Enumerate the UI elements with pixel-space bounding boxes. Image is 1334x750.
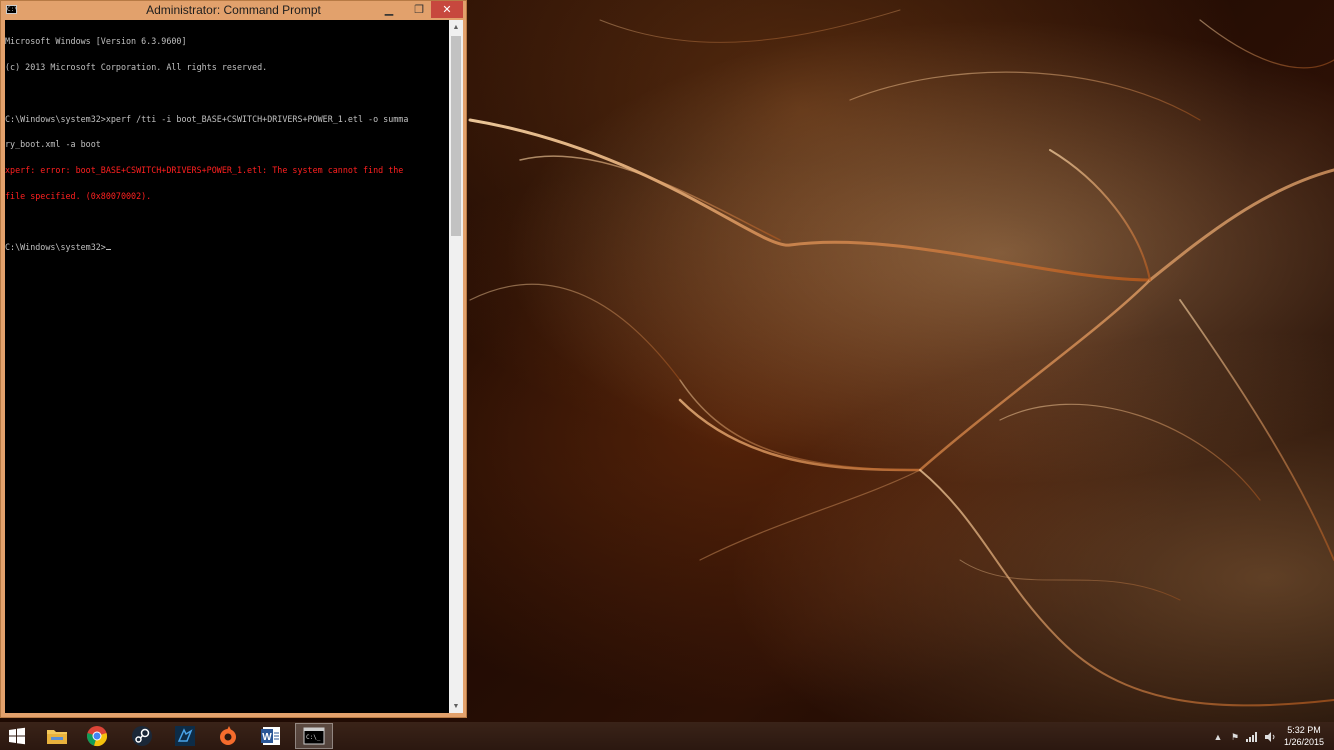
steam-icon <box>132 726 152 746</box>
window-titlebar[interactable]: C:\ Administrator: Command Prompt ▁ ❐ ✕ <box>1 1 466 20</box>
chevron-up-icon: ▲ <box>452 23 460 31</box>
close-button[interactable]: ✕ <box>431 1 463 18</box>
windows-logo-icon <box>9 727 25 745</box>
network-button[interactable] <box>1246 731 1258 743</box>
origin-button[interactable] <box>209 723 247 749</box>
prompt-text: C:\Windows\system32> <box>5 242 106 253</box>
minimize-icon: ▁ <box>384 4 394 16</box>
app-button[interactable] <box>166 723 204 749</box>
chrome-icon <box>87 726 107 747</box>
command-prompt-button[interactable]: C:\_ <box>295 723 333 749</box>
action-center-button[interactable]: ⚑ <box>1229 731 1241 743</box>
console-prompt-line[interactable]: C:\Windows\system32> <box>5 243 449 252</box>
system-clock[interactable]: 5:32 PM 1/26/2015 <box>1280 724 1328 748</box>
close-icon: ✕ <box>442 4 452 16</box>
console-error-line: file specified. (0x80070002). <box>5 190 152 201</box>
word-icon-label: W <box>262 732 272 743</box>
cmd-icon-label: C:\_ <box>306 734 321 741</box>
clock-time: 5:32 PM <box>1287 725 1321 735</box>
start-button[interactable] <box>0 723 34 749</box>
text-cursor <box>105 249 111 251</box>
scrollbar-thumb[interactable] <box>451 36 461 236</box>
scroll-up-button[interactable]: ▲ <box>449 20 463 34</box>
console-line: ry_boot.xml -a boot <box>5 139 101 150</box>
flag-icon: ⚑ <box>1230 731 1240 742</box>
command-prompt-window[interactable]: C:\ Administrator: Command Prompt ▁ ❐ ✕ … <box>0 0 467 718</box>
cmd-icon: C:\_ <box>303 727 325 745</box>
folder-icon <box>47 730 67 744</box>
volume-button[interactable] <box>1264 731 1276 743</box>
chevron-down-icon: ▼ <box>452 702 460 710</box>
steam-button[interactable] <box>123 723 161 749</box>
vertical-scrollbar[interactable]: ▲ ▼ <box>449 20 463 713</box>
taskbar: W C:\_ ▲ ⚑ 5:32 PM 1/26/2015 <box>0 722 1334 750</box>
chevron-up-icon: ▲ <box>1213 732 1223 742</box>
console-line: (c) 2013 Microsoft Corporation. All righ… <box>5 61 268 72</box>
origin-icon <box>220 726 236 745</box>
network-signal-icon <box>1246 732 1257 742</box>
word-icon: W <box>261 727 280 745</box>
speaker-icon <box>1265 732 1275 742</box>
minimize-button[interactable]: ▁ <box>376 1 402 18</box>
console-line: C:\Windows\system32>xperf /tti -i boot_B… <box>5 113 409 124</box>
clock-date: 1/26/2015 <box>1283 737 1325 747</box>
restore-icon: ❐ <box>414 4 424 16</box>
console-error-line: xperf: error: boot_BASE+CSWITCH+DRIVERS+… <box>5 165 404 176</box>
console-line: Microsoft Windows [Version 6.3.9600] <box>5 36 187 47</box>
chrome-button[interactable] <box>78 723 116 749</box>
console-output[interactable]: Microsoft Windows [Version 6.3.9600] (c)… <box>5 20 449 713</box>
file-explorer-button[interactable] <box>38 723 76 749</box>
blue-app-icon <box>175 726 195 746</box>
show-hidden-icons-button[interactable]: ▲ <box>1212 731 1224 743</box>
word-button[interactable]: W <box>252 723 290 749</box>
restore-button[interactable]: ❐ <box>406 1 432 18</box>
scroll-down-button[interactable]: ▼ <box>449 699 463 713</box>
